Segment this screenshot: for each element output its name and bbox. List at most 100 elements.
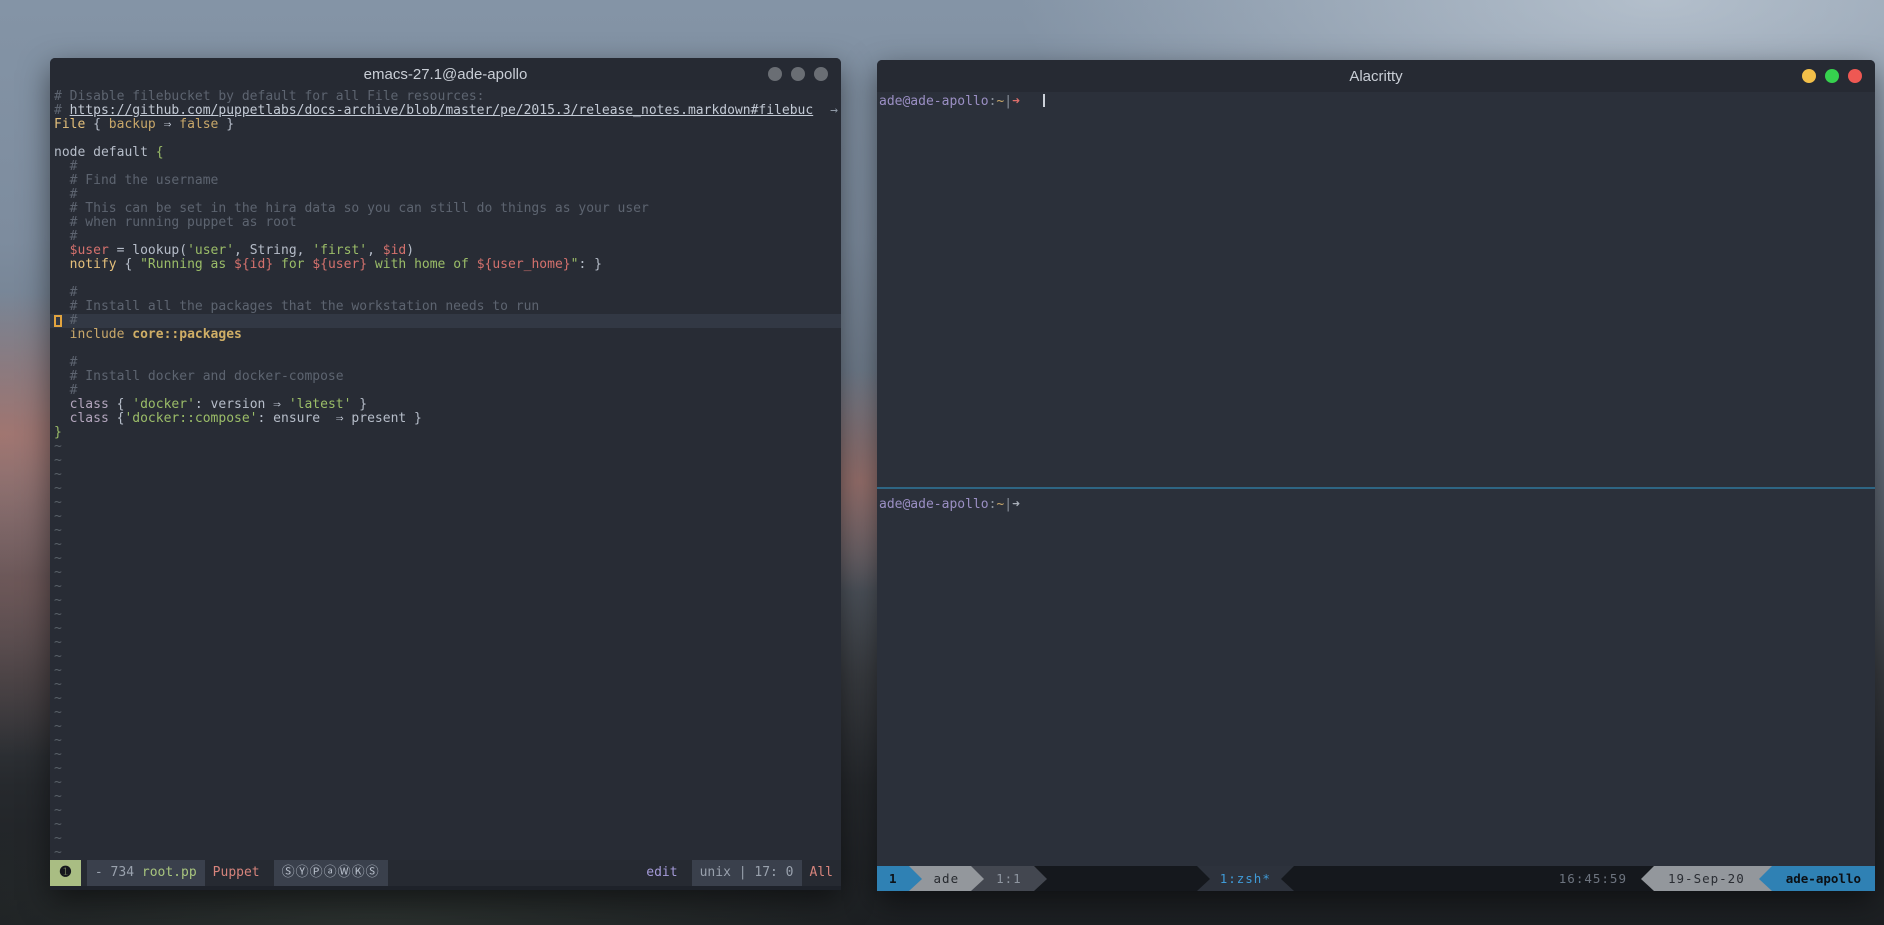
desktop-wallpaper: emacs-27.1@ade-apollo # Disable filebuck…: [0, 0, 1884, 925]
code-line: #: [50, 230, 841, 244]
window-button-inactive-1[interactable]: [768, 67, 782, 81]
powerline-arrow-icon: [909, 866, 922, 891]
code-line: #: [50, 188, 841, 202]
alacritty-window-buttons: [1802, 60, 1862, 92]
emacs-titlebar[interactable]: emacs-27.1@ade-apollo: [50, 58, 841, 90]
modeline-scroll-indicator: All: [802, 860, 841, 886]
close-button[interactable]: [1848, 69, 1862, 83]
code-line: include core::packages: [50, 328, 841, 342]
empty-line-tilde: ~: [50, 804, 841, 818]
empty-line-tilde: ~: [50, 538, 841, 552]
code-line: # This can be set in the hira data so yo…: [50, 202, 841, 216]
modeline-position: - 734: [95, 865, 134, 880]
powerline-arrow-icon: [1034, 866, 1047, 891]
code-line: #: [50, 314, 841, 328]
code-line: notify { "Running as ${id} for ${user} w…: [50, 258, 841, 272]
powerline-arrow-icon: [1281, 866, 1294, 891]
code-line: class { 'docker': version ⇒ 'latest' }: [50, 398, 841, 412]
code-line: [50, 132, 841, 146]
empty-line-tilde: ~: [50, 762, 841, 776]
tmux-window-tab[interactable]: 1:zsh*: [1210, 866, 1281, 891]
tmux-pane-1[interactable]: ade@ade-apollo:~|➜: [877, 92, 1875, 487]
workspace-badge: ➊: [50, 860, 81, 886]
maximize-button[interactable]: [1825, 69, 1839, 83]
code-line: # Install docker and docker-compose: [50, 370, 841, 384]
code-line: # https://github.com/puppetlabs/docs-arc…: [50, 104, 841, 118]
modeline-encoding-position: unix | 17: 0: [692, 860, 802, 886]
alacritty-titlebar[interactable]: Alacritty: [877, 60, 1875, 92]
minimize-button[interactable]: [1802, 69, 1816, 83]
empty-line-tilde: ~: [50, 664, 841, 678]
code-line: class {'docker::compose': ensure ⇒ prese…: [50, 412, 841, 426]
code-line: #: [50, 286, 841, 300]
line-wrap-arrow-icon: →: [830, 104, 838, 118]
code-line: [50, 272, 841, 286]
empty-line-tilde: ~: [50, 580, 841, 594]
emacs-buffer[interactable]: # Disable filebucket by default for all …: [50, 90, 841, 860]
code-line: # when running puppet as root: [50, 216, 841, 230]
powerline-arrow-icon: [1641, 866, 1654, 891]
tmux-status-bar: 1 ade 1:1 1:zsh* 16:45:59 19-Sep-20 ade-…: [877, 866, 1875, 891]
empty-line-tilde: ~: [50, 790, 841, 804]
empty-line-tilde: ~: [50, 468, 841, 482]
tmux-session-badge: 1: [877, 866, 909, 891]
powerline-arrow-icon: [971, 866, 984, 891]
emacs-cursor: [54, 315, 62, 327]
empty-line-tilde: ~: [50, 776, 841, 790]
empty-line-tilde: ~: [50, 482, 841, 496]
code-line: [50, 342, 841, 356]
emacs-window-title: emacs-27.1@ade-apollo: [364, 66, 528, 83]
empty-line-tilde: ~: [50, 636, 841, 650]
window-button-inactive-2[interactable]: [791, 67, 805, 81]
code-line: #: [50, 384, 841, 398]
empty-line-tilde: ~: [50, 706, 841, 720]
tmux-user-segment: ade: [922, 866, 972, 891]
powerline-arrow-icon: [1759, 866, 1772, 891]
empty-line-tilde: ~: [50, 720, 841, 734]
empty-line-tilde: ~: [50, 678, 841, 692]
code-line: File { backup ⇒ false }: [50, 118, 841, 132]
empty-line-tilde: ~: [50, 650, 841, 664]
code-line: #: [50, 356, 841, 370]
terminal-cursor: [1043, 94, 1045, 107]
powerline-arrow-icon: [1197, 866, 1210, 891]
tmux-pane-indicator: 1:1: [984, 866, 1034, 891]
terminal-line: ade@ade-apollo:~|➜: [879, 94, 1875, 109]
emacs-echo-area: [50, 886, 841, 890]
code-line: # Find the username: [50, 174, 841, 188]
empty-line-tilde: ~: [50, 692, 841, 706]
tmux-hostname: ade-apollo: [1772, 866, 1875, 891]
window-button-inactive-3[interactable]: [814, 67, 828, 81]
empty-line-tilde: ~: [50, 846, 841, 860]
tmux-clock: 16:45:59: [1294, 866, 1641, 891]
empty-line-tilde: ~: [50, 510, 841, 524]
empty-line-tilde: ~: [50, 594, 841, 608]
empty-line-tilde: ~: [50, 524, 841, 538]
code-line: # Install all the packages that the work…: [50, 300, 841, 314]
alacritty-window: Alacritty ade@ade-apollo:~|➜ ade@ade-apo…: [877, 60, 1875, 891]
tmux-date: 19-Sep-20: [1654, 866, 1759, 891]
emacs-modeline: ➊ - 734 root.pp Puppet ⓈⓎⓅⓐⓌⓀⓈ edit unix…: [50, 860, 841, 886]
terminal-line: ade@ade-apollo:~|➜: [879, 497, 1875, 512]
code-line: }: [50, 426, 841, 440]
empty-line-tilde: ~: [50, 608, 841, 622]
modeline-edit-state: edit: [638, 860, 685, 886]
empty-line-tilde: ~: [50, 818, 841, 832]
empty-line-tilde: ~: [50, 566, 841, 580]
modeline-spacer: [388, 860, 639, 886]
code-line: #: [50, 160, 841, 174]
modeline-major-mode[interactable]: Puppet: [205, 860, 268, 886]
code-line: # Disable filebucket by default for all …: [50, 90, 841, 104]
modeline-filename: root.pp: [142, 865, 197, 880]
modeline-indicator-icons: ⓈⓎⓅⓐⓌⓀⓈ: [274, 860, 388, 886]
modeline-position-file: - 734 root.pp: [87, 860, 205, 886]
code-line: node default {: [50, 146, 841, 160]
empty-line-tilde: ~: [50, 748, 841, 762]
empty-line-tilde: ~: [50, 622, 841, 636]
code-line: $user = lookup('user', String, 'first', …: [50, 244, 841, 258]
empty-line-tilde: ~: [50, 454, 841, 468]
empty-line-tilde: ~: [50, 832, 841, 846]
tmux-pane-2[interactable]: ade@ade-apollo:~|➜: [877, 489, 1875, 866]
empty-line-tilde: ~: [50, 496, 841, 510]
empty-line-tilde: ~: [50, 734, 841, 748]
